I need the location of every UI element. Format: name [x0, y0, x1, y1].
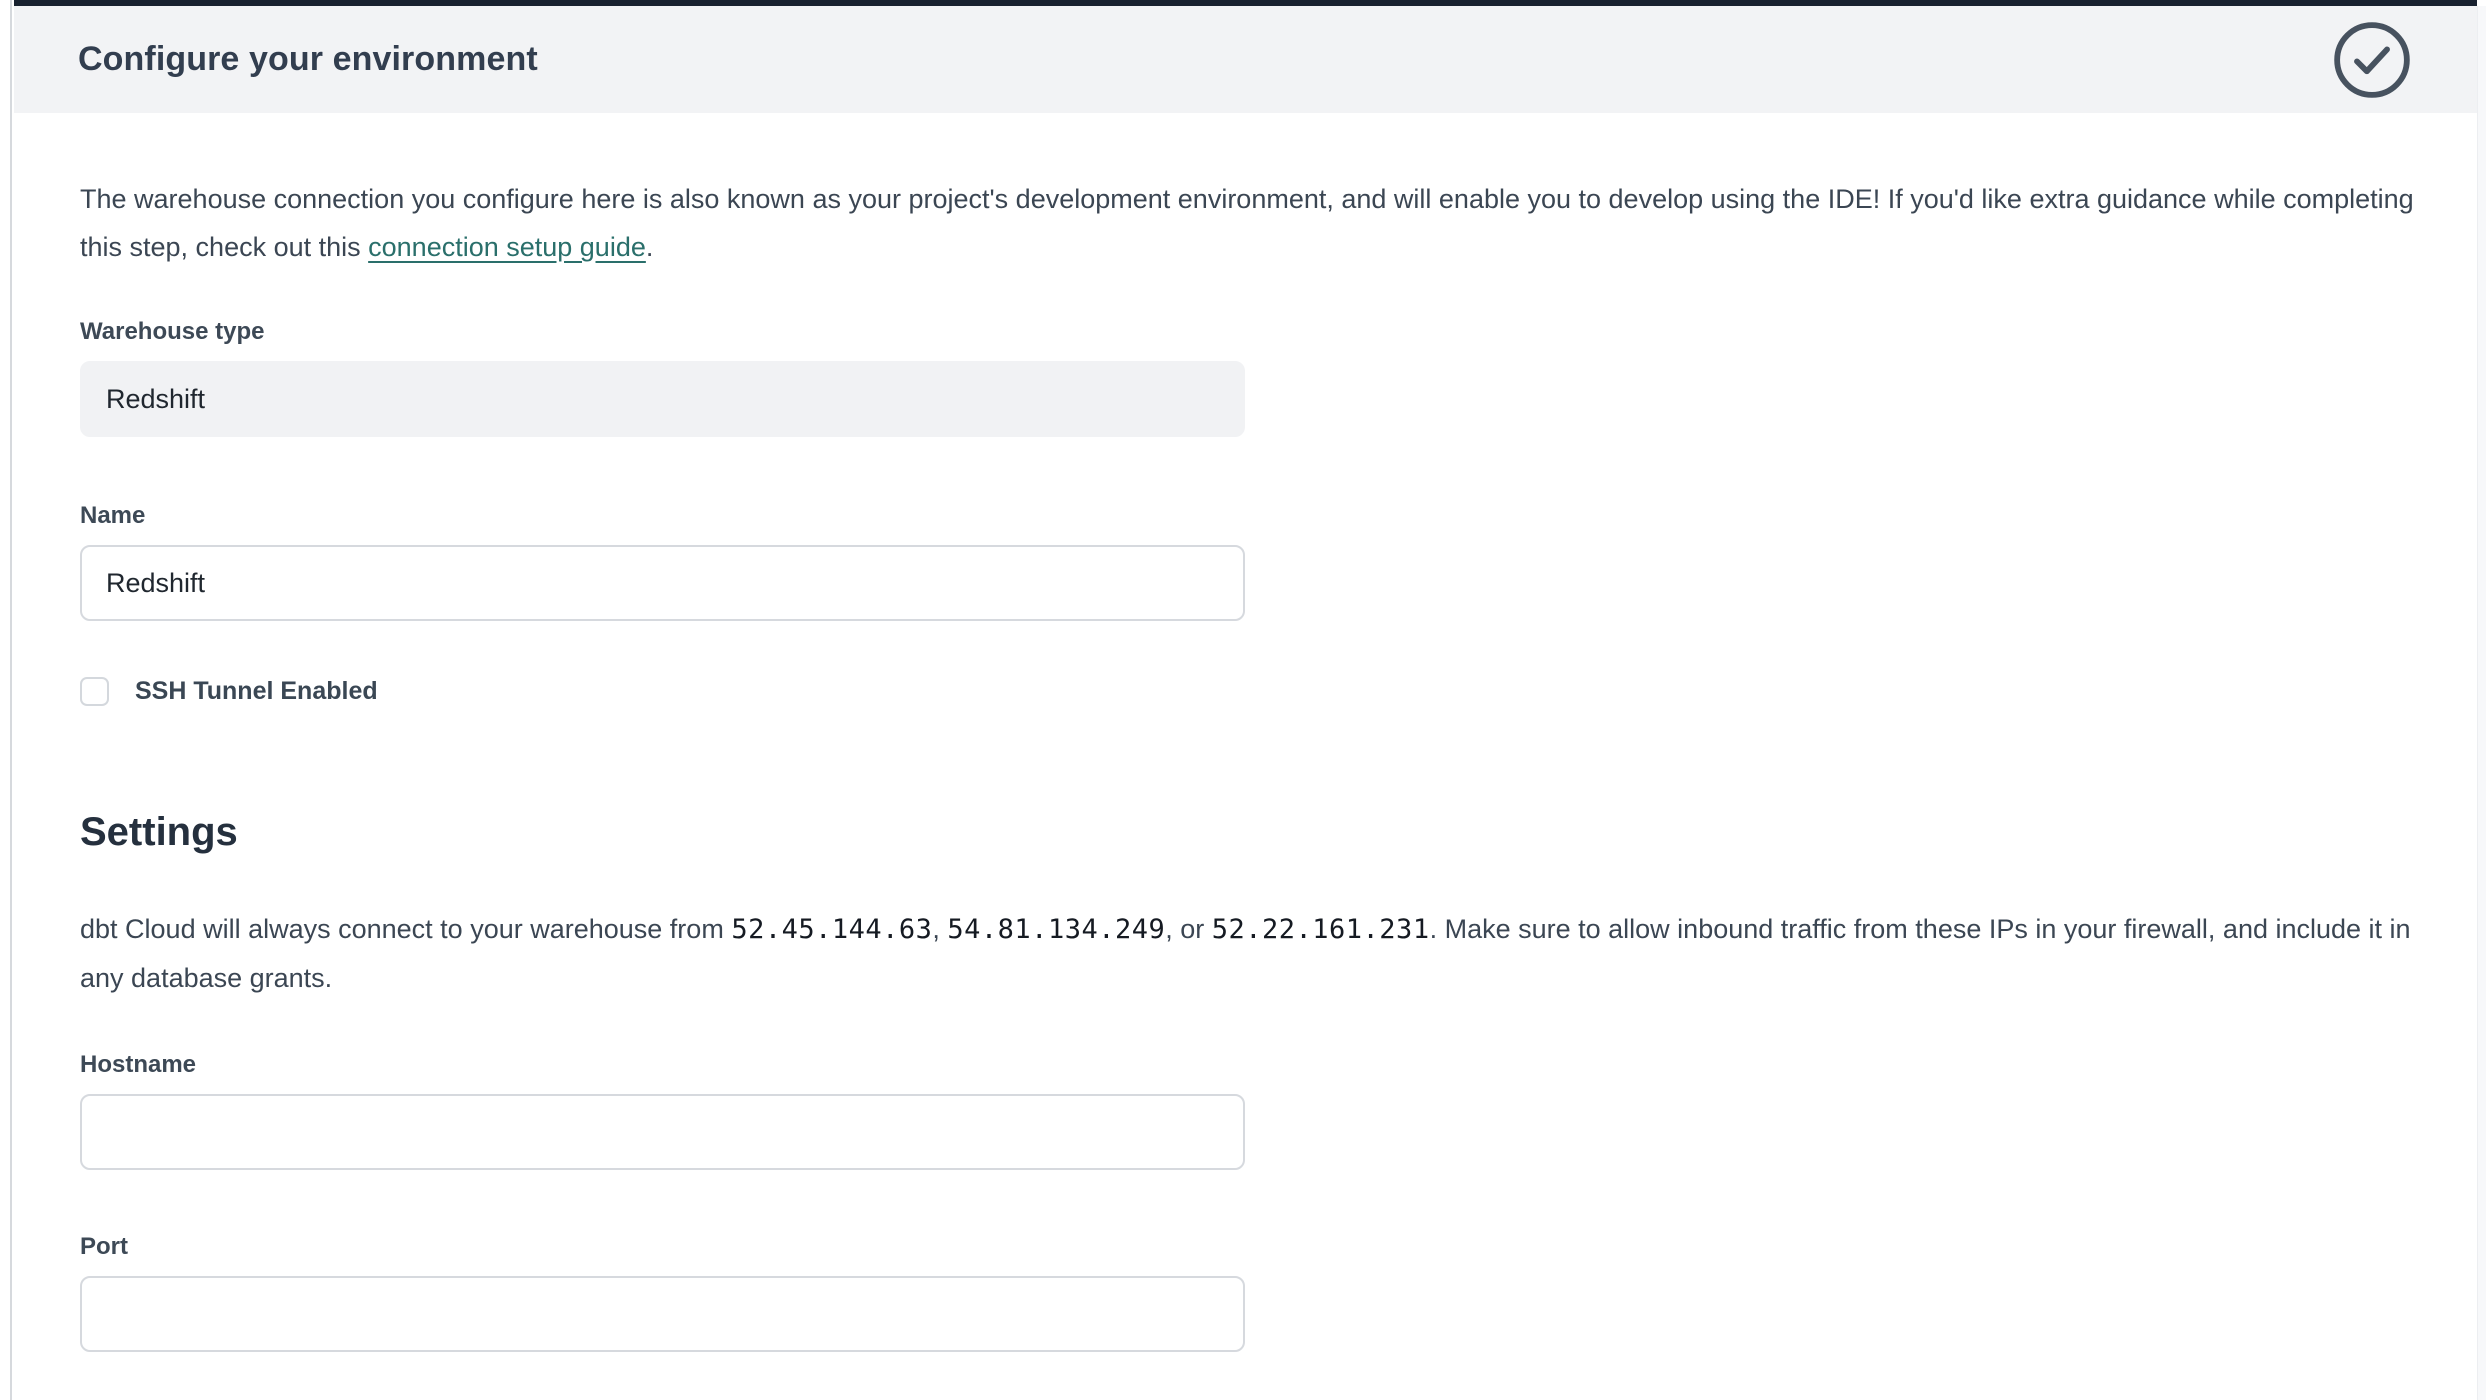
- ip-address-1: 52.45.144.63: [731, 914, 932, 945]
- check-circle-icon: [2331, 19, 2413, 101]
- ssh-tunnel-checkbox[interactable]: [80, 677, 109, 706]
- name-label: Name: [80, 501, 1245, 531]
- warehouse-type-group: Warehouse type: [80, 317, 1245, 437]
- connection-setup-guide-link[interactable]: connection setup guide: [368, 232, 646, 262]
- intro-paragraph: The warehouse connection you configure h…: [80, 175, 2431, 271]
- scrollbar-track[interactable]: [2477, 6, 2486, 1400]
- ssh-tunnel-label: SSH Tunnel Enabled: [135, 677, 378, 706]
- panel-content: The warehouse connection you configure h…: [14, 113, 2477, 1352]
- intro-text-after: .: [646, 232, 654, 262]
- note-separator-2: , or: [1165, 914, 1212, 944]
- hostname-field[interactable]: [80, 1094, 1245, 1170]
- settings-note: dbt Cloud will always connect to your wa…: [80, 905, 2431, 1002]
- hostname-label: Hostname: [80, 1050, 1245, 1080]
- warehouse-type-label: Warehouse type: [80, 317, 1245, 347]
- port-field[interactable]: [80, 1276, 1245, 1352]
- port-group: Port: [80, 1232, 1245, 1352]
- note-separator-1: ,: [932, 914, 947, 944]
- ssh-tunnel-row: SSH Tunnel Enabled: [80, 677, 2431, 706]
- hostname-group: Hostname: [80, 1050, 1245, 1170]
- ip-address-2: 54.81.134.249: [947, 914, 1165, 945]
- port-label: Port: [80, 1232, 1245, 1262]
- ip-address-3: 52.22.161.231: [1212, 914, 1430, 945]
- name-group: Name: [80, 501, 1245, 621]
- name-field[interactable]: [80, 545, 1245, 621]
- warehouse-type-field: [80, 361, 1245, 437]
- note-text-before-ips: dbt Cloud will always connect to your wa…: [80, 914, 731, 944]
- page-title: Configure your environment: [78, 40, 538, 79]
- environment-setup-panel: Configure your environment The warehouse…: [14, 0, 2477, 1400]
- left-page-gutter: [0, 0, 12, 1400]
- panel-header: Configure your environment: [14, 6, 2477, 113]
- settings-heading: Settings: [80, 810, 2431, 855]
